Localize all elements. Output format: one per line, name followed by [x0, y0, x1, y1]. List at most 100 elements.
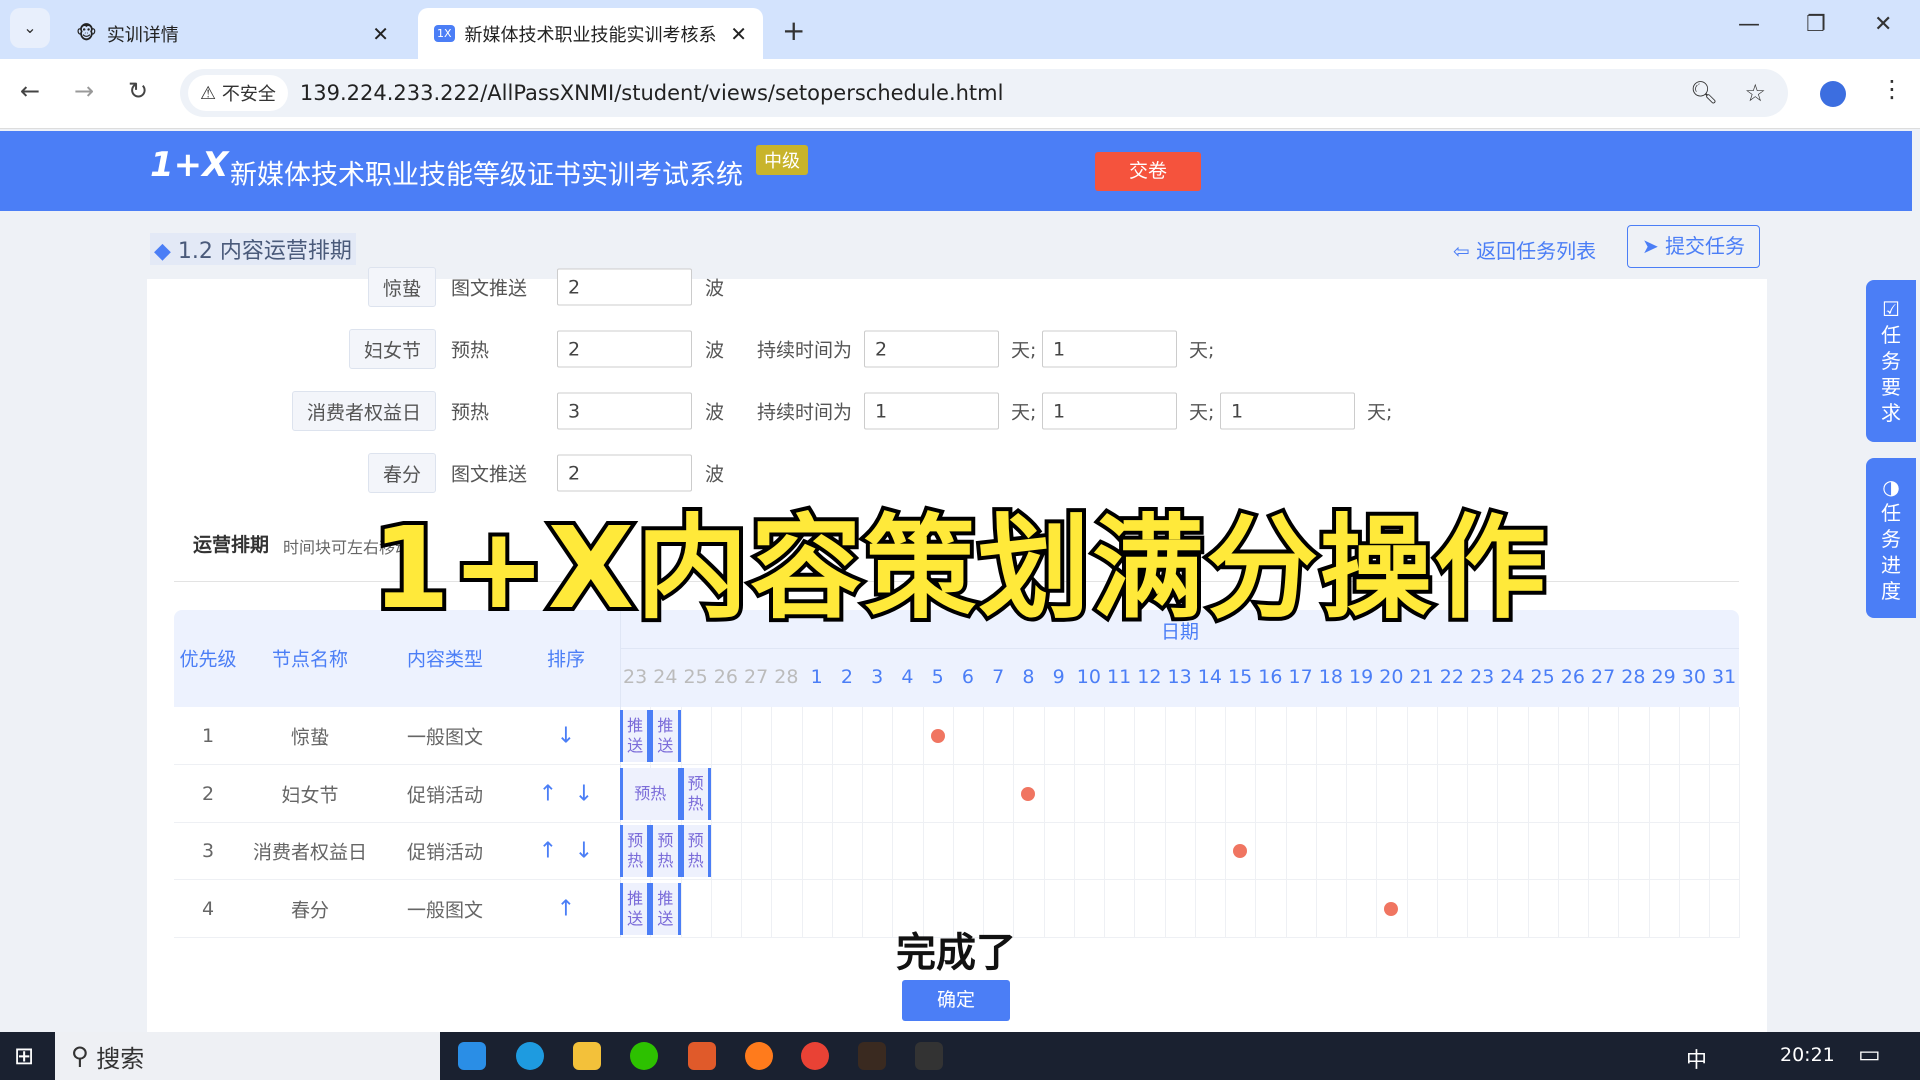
restore-button[interactable]: ❐: [1806, 12, 1826, 37]
node-name-cell: 春分: [290, 899, 330, 922]
duration-input[interactable]: 1: [1042, 330, 1177, 368]
node-tag: 妇女节: [348, 329, 436, 369]
move-up-icon[interactable]: ↑: [539, 782, 557, 807]
tab-exam-system[interactable]: 1X 新媒体技术职业技能实训考核系 ✕: [418, 8, 763, 59]
ime-indicator[interactable]: 中: [1686, 1044, 1707, 1074]
wechat-icon[interactable]: [630, 1042, 658, 1070]
content-type-cell: 促销活动: [406, 784, 484, 807]
day-label: 29: [1651, 666, 1676, 688]
day-label: 4: [901, 666, 914, 688]
node-name-cell: 妇女节: [281, 784, 339, 807]
submit-exam-button[interactable]: 交卷: [1095, 152, 1201, 191]
confirm-button[interactable]: 确定: [902, 980, 1010, 1021]
time-block[interactable]: 推送: [650, 710, 681, 762]
day-label: 21: [1409, 666, 1434, 688]
close-window-button[interactable]: ✕: [1874, 12, 1892, 37]
omnibox[interactable]: ⚠ 不安全 139.224.233.222/AllPassXNMI/studen…: [180, 69, 1788, 117]
day-label: 12: [1137, 666, 1162, 688]
duration-input[interactable]: 1: [864, 392, 999, 430]
node-name-cell: 消费者权益日: [252, 841, 368, 864]
priority-cell: 1: [201, 725, 215, 747]
tab-list-button[interactable]: ⌄: [10, 8, 50, 48]
tab-training-details[interactable]: 🐵 实训详情 ✕: [60, 8, 405, 59]
task-requirements-tab[interactable]: ☑ 任务要求: [1866, 280, 1916, 442]
app-icon[interactable]: [688, 1042, 716, 1070]
firefox-icon[interactable]: [745, 1042, 773, 1070]
node-tag: 惊蛰: [367, 267, 436, 307]
paper-plane-icon: ➤: [1641, 234, 1666, 258]
move-up-icon[interactable]: ↑: [557, 897, 575, 922]
profile-avatar[interactable]: [1820, 81, 1846, 107]
start-icon[interactable]: ⊞: [14, 1042, 34, 1070]
day-label: 25: [683, 666, 708, 688]
layers-icon: ◆: [154, 239, 178, 264]
time-block-label: 预热: [627, 831, 644, 870]
count-input[interactable]: 3: [557, 392, 692, 430]
time-block[interactable]: 预热: [620, 768, 681, 820]
node-date-marker: [1021, 787, 1036, 801]
day-unit-label: 天;: [1189, 401, 1215, 424]
day-label: 6: [961, 666, 974, 688]
back-to-list-link[interactable]: ⇦ 返回任务列表: [1453, 235, 1596, 264]
duration-input[interactable]: 1: [1042, 392, 1177, 430]
zoom-icon[interactable]: 🔍︎: [1690, 81, 1718, 106]
sign-in-icon: ⇦: [1453, 239, 1477, 263]
video-overlay-title: 1+X内容策划满分操作: [368, 500, 1550, 638]
move-down-icon[interactable]: ↓: [557, 724, 575, 749]
url-text[interactable]: 139.224.233.222/AllPassXNMI/student/view…: [300, 81, 1004, 105]
wps-icon[interactable]: [858, 1042, 886, 1070]
grid-line: [1739, 707, 1741, 938]
time-block[interactable]: 预热: [680, 768, 711, 820]
ie-icon[interactable]: [458, 1042, 486, 1070]
move-up-icon[interactable]: ↑: [539, 839, 557, 864]
logo: 1+X: [150, 145, 229, 185]
edge-icon[interactable]: [516, 1042, 544, 1070]
content-type-cell: 一般图文: [406, 899, 484, 922]
day-label: 15: [1228, 666, 1253, 688]
duration-input[interactable]: 1: [1220, 392, 1355, 430]
security-chip[interactable]: ⚠ 不安全: [188, 75, 288, 111]
count-input[interactable]: 2: [557, 330, 692, 368]
close-icon[interactable]: ✕: [372, 22, 389, 46]
move-down-icon[interactable]: ↓: [575, 782, 593, 807]
time-block[interactable]: 推送: [620, 710, 651, 762]
time-block[interactable]: 预热: [680, 825, 711, 877]
submit-task-button[interactable]: ➤ 提交任务: [1627, 225, 1760, 268]
day-label: 5: [931, 666, 944, 688]
day-label: 14: [1197, 666, 1222, 688]
day-label: 31: [1712, 666, 1737, 688]
day-label: 30: [1681, 666, 1706, 688]
menu-icon[interactable]: ⋮: [1880, 75, 1904, 103]
day-label: 18: [1318, 666, 1343, 688]
clock[interactable]: 20:21: [1780, 1044, 1835, 1066]
day-label: 23: [1470, 666, 1495, 688]
close-icon[interactable]: ✕: [730, 22, 747, 46]
day-label: 28: [1621, 666, 1646, 688]
count-input[interactable]: 2: [557, 268, 692, 306]
taskbar-search[interactable]: ⚲ 搜索: [55, 1032, 440, 1080]
content-type-label: 预热: [451, 339, 490, 362]
back-icon[interactable]: ←: [20, 77, 40, 105]
day-label: 13: [1167, 666, 1192, 688]
file-explorer-icon[interactable]: [573, 1042, 601, 1070]
reload-icon[interactable]: ↻: [128, 77, 148, 105]
new-tab-button[interactable]: +: [782, 14, 805, 47]
forward-icon[interactable]: →: [74, 77, 94, 105]
priority-cell: 4: [201, 898, 215, 920]
day-label: 16: [1258, 666, 1283, 688]
day-label: 19: [1349, 666, 1374, 688]
time-block[interactable]: 预热: [650, 825, 681, 877]
time-block[interactable]: 预热: [620, 825, 651, 877]
duration-input[interactable]: 2: [864, 330, 999, 368]
day-label: 25: [1530, 666, 1555, 688]
move-down-icon[interactable]: ↓: [575, 839, 593, 864]
notification-icon[interactable]: ▭: [1858, 1040, 1881, 1068]
day-unit-label: 天;: [1367, 401, 1393, 424]
bookmark-star-icon[interactable]: ☆: [1744, 79, 1766, 107]
chrome-icon[interactable]: [801, 1042, 829, 1070]
app-icon[interactable]: [915, 1042, 943, 1070]
time-block-label: 推送: [657, 716, 674, 755]
day-label: 24: [1500, 666, 1525, 688]
day-label: 7: [992, 666, 1005, 688]
minimize-button[interactable]: —: [1738, 12, 1760, 37]
